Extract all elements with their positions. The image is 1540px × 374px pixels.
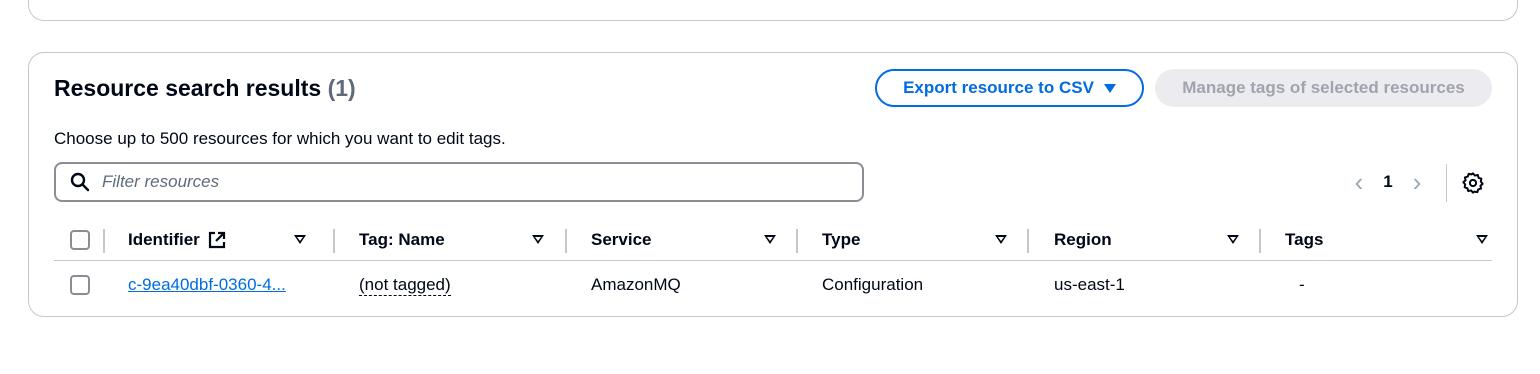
- column-separator: [796, 229, 798, 253]
- column-label-tag-name: Tag: Name: [359, 229, 445, 249]
- column-separator: [1027, 229, 1029, 253]
- column-label-region: Region: [1054, 229, 1112, 249]
- external-link-icon: [208, 231, 225, 248]
- table-row: c-9ea40dbf-0360-4... (not tagged) Amazon…: [54, 261, 1492, 309]
- panel-title: Resource search results (1): [54, 75, 356, 102]
- cell-service: AmazonMQ: [591, 275, 681, 294]
- column-header-service[interactable]: Service: [591, 218, 794, 261]
- results-count: (1): [327, 75, 356, 101]
- column-separator: [1259, 229, 1261, 253]
- filter-resources-input[interactable]: [100, 171, 800, 193]
- pagination: ‹ 1 ›: [1345, 169, 1431, 195]
- column-label-service: Service: [591, 229, 652, 249]
- sort-caret-icon[interactable]: [995, 235, 1007, 244]
- table-header: Identifier Tag: Name Service Type Region: [54, 218, 1492, 261]
- column-label-type: Type: [822, 229, 861, 249]
- column-header-type[interactable]: Type: [822, 218, 1025, 261]
- panel-description: Choose up to 500 resources for which you…: [54, 129, 506, 148]
- cell-region: us-east-1: [1054, 275, 1125, 294]
- column-separator: [333, 229, 335, 253]
- identifier-link[interactable]: c-9ea40dbf-0360-4...: [128, 275, 303, 295]
- manage-tags-label: Manage tags of selected resources: [1182, 78, 1465, 97]
- row-checkbox[interactable]: [70, 275, 90, 295]
- column-header-tag-name[interactable]: Tag: Name: [359, 218, 562, 261]
- caret-down-icon: [1103, 83, 1116, 93]
- chevron-right-icon[interactable]: ›: [1403, 169, 1431, 195]
- resource-search-results-panel: Resource search results (1) Export resou…: [28, 52, 1518, 317]
- column-separator: [103, 229, 105, 253]
- sort-caret-icon[interactable]: [1227, 235, 1239, 244]
- column-header-region[interactable]: Region: [1054, 218, 1257, 261]
- chevron-left-icon[interactable]: ‹: [1345, 169, 1373, 195]
- cell-tags: -: [1299, 275, 1305, 294]
- panel-title-text: Resource search results: [54, 75, 322, 101]
- column-header-identifier[interactable]: Identifier: [128, 218, 324, 261]
- sort-caret-icon[interactable]: [294, 235, 306, 244]
- sort-caret-icon[interactable]: [1476, 235, 1488, 244]
- column-separator: [565, 229, 567, 253]
- manage-tags-button[interactable]: Manage tags of selected resources: [1155, 69, 1492, 107]
- cell-type: Configuration: [822, 275, 924, 294]
- export-csv-button[interactable]: Export resource to CSV: [875, 69, 1144, 107]
- cell-tag-name: (not tagged): [359, 261, 451, 309]
- column-label-identifier: Identifier: [128, 229, 200, 249]
- column-label-tags: Tags: [1285, 229, 1324, 249]
- column-header-tags[interactable]: Tags: [1285, 218, 1492, 261]
- search-icon: [70, 172, 90, 192]
- sort-caret-icon[interactable]: [532, 235, 544, 244]
- page-number-1[interactable]: 1: [1373, 172, 1403, 192]
- gear-icon[interactable]: [1462, 172, 1484, 194]
- previous-panel: [28, 0, 1518, 21]
- sort-caret-icon[interactable]: [764, 235, 776, 244]
- filter-search-box[interactable]: [54, 162, 864, 202]
- export-csv-label: Export resource to CSV: [903, 78, 1094, 97]
- not-tagged-label[interactable]: (not tagged): [359, 275, 451, 296]
- select-all-checkbox[interactable]: [70, 230, 90, 250]
- toolbar-divider: [1446, 164, 1447, 202]
- cell-identifier: c-9ea40dbf-0360-4...: [128, 261, 303, 309]
